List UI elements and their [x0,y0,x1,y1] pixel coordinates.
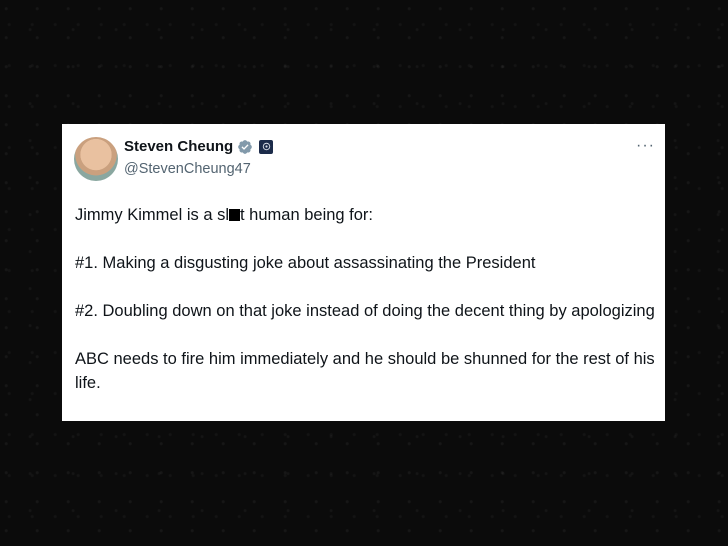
author-name[interactable]: Steven Cheung [124,138,233,155]
tweet-point-2: #2. Doubling down on that joke instead o… [75,302,655,320]
tweet-closing: ABC needs to fire him immediately and he… [75,350,655,392]
author-row: Steven Cheung [124,138,274,155]
line1-suffix: t human being for: [240,206,374,224]
seal-icon [262,142,270,151]
line1-prefix: Jimmy Kimmel is a sl [75,206,230,224]
affiliation-badge-icon[interactable] [259,139,274,154]
tweet-text: Jimmy Kimmel is a sl t human being for: #… [75,203,655,395]
more-options-icon[interactable]: ··· [636,138,655,154]
avatar[interactable] [74,137,118,181]
verified-badge-icon [238,139,253,154]
tweet-point-1: #1. Making a disgusting joke about assas… [75,254,536,272]
author-handle[interactable]: @StevenCheung47 [124,161,251,177]
tweet-line-1: Jimmy Kimmel is a sl t human being for: [75,203,655,227]
redaction-block [229,209,241,221]
tweet-card: Steven Cheung @StevenCheung47 ··· Jimmy … [62,124,665,421]
